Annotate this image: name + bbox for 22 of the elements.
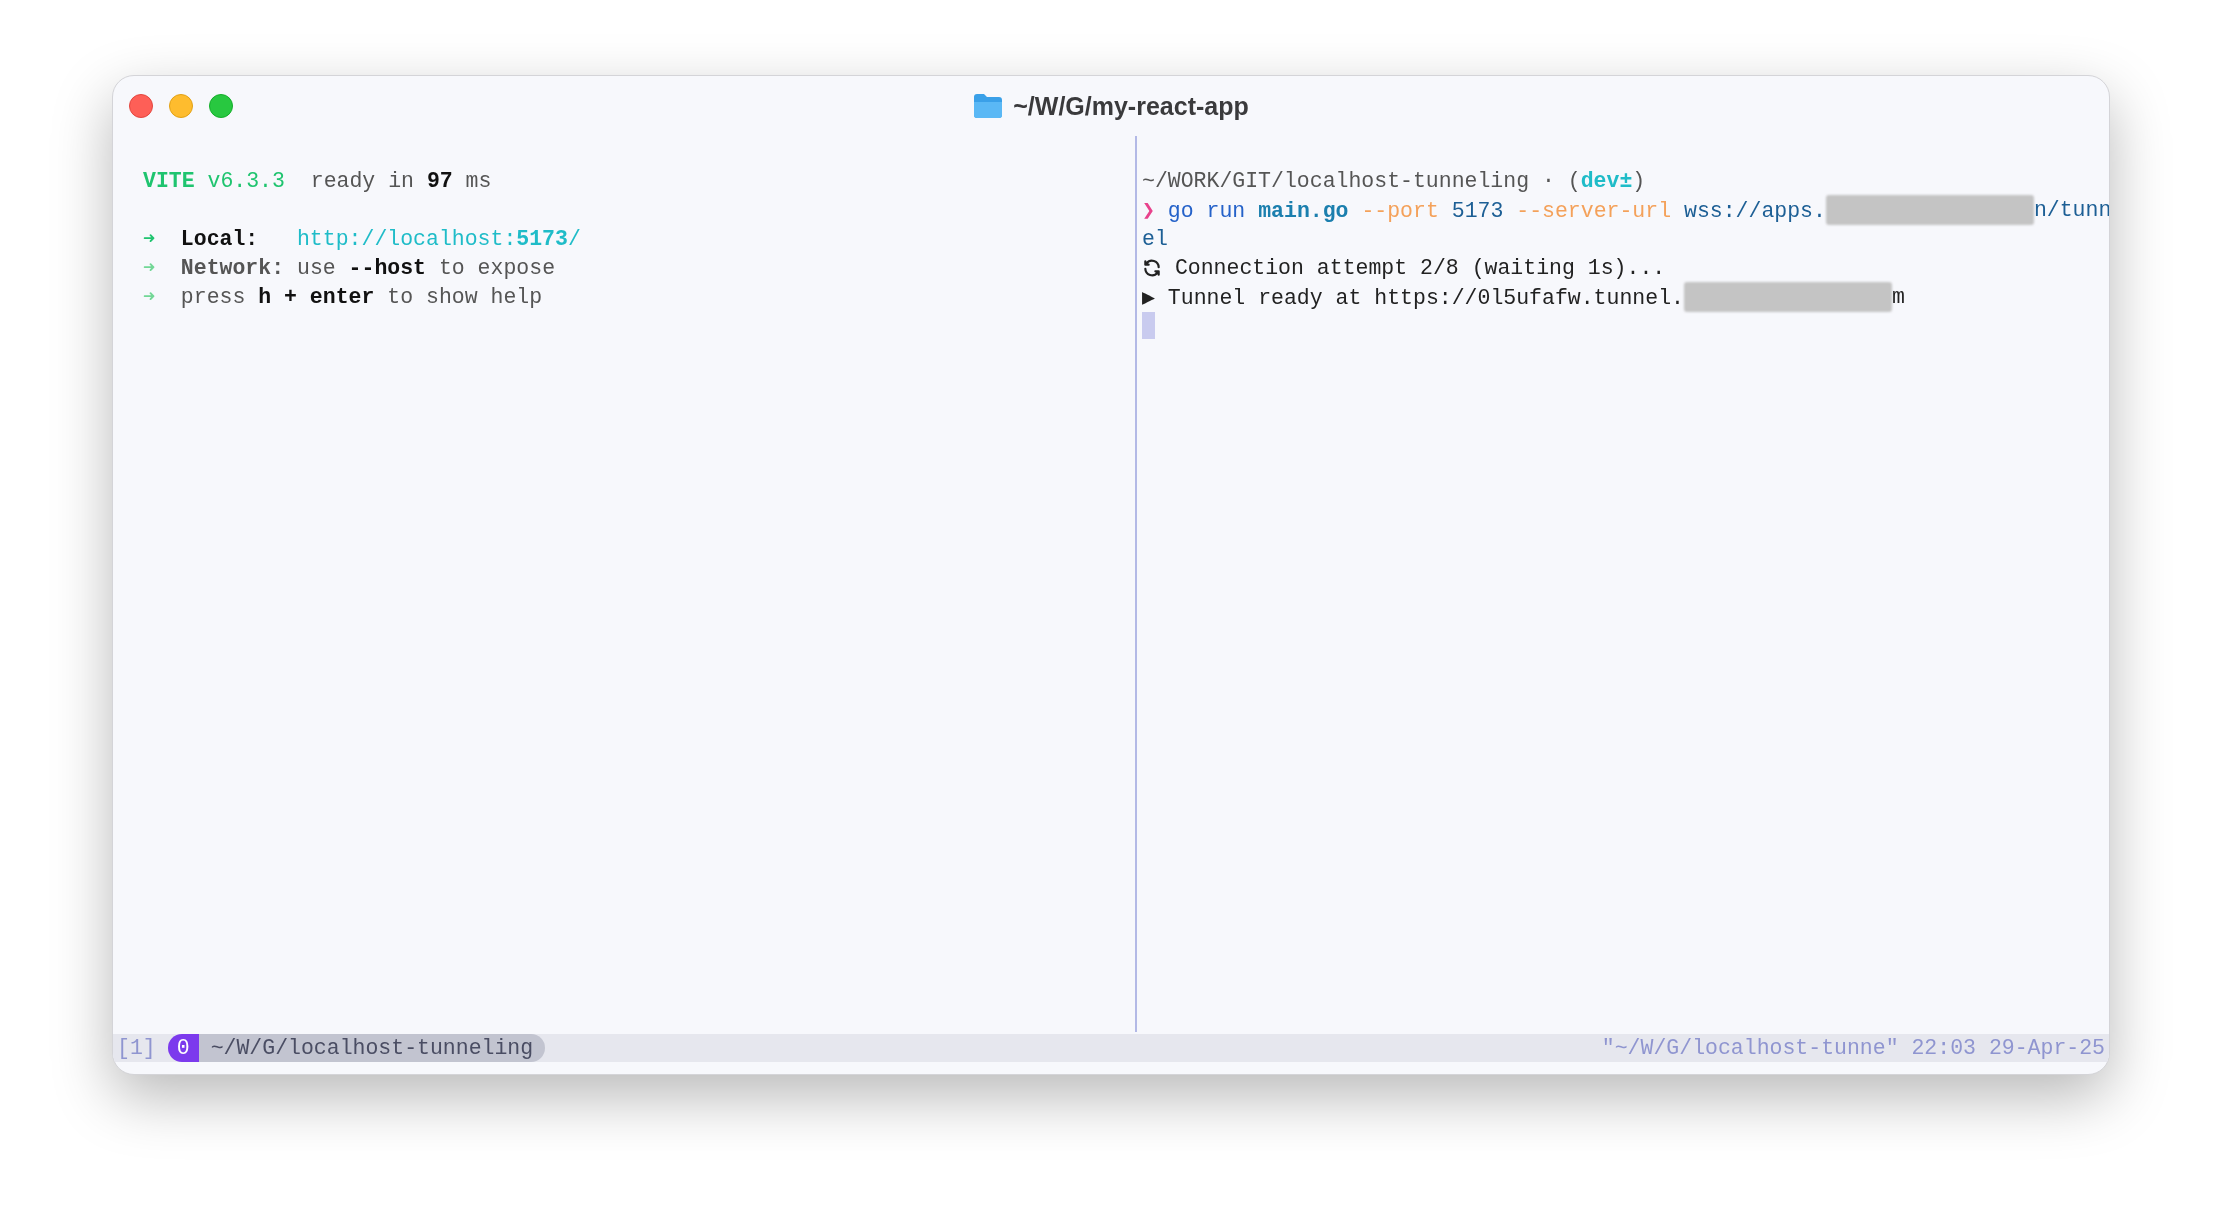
terminal-text: m	[1891, 284, 1905, 309]
terminal-text: ❯ go run main.go --port 5173 --server-url wss://apps.	[1142, 197, 1826, 223]
terminal-text: ➜ Local: http://localhost:5173/	[143, 226, 581, 251]
terminal-text: VITE v6.3.3 ready in 97 ms	[143, 168, 492, 193]
terminal-text: ➜ Network: use --host to expose	[143, 255, 556, 280]
refresh-icon	[1142, 257, 1162, 278]
status-info: "~/W/G/localhost-tunne" 22:03 29-Apr-25	[1601, 1036, 2106, 1060]
terminal-text: el	[1142, 226, 1168, 251]
session-path: ~/W/G/localhost-tunneling	[198, 1034, 546, 1062]
terminal-text: ~/WORK/GIT/localhost-tunneling · (dev±)	[1142, 168, 1646, 193]
pane-number: 0	[167, 1034, 199, 1062]
folder-icon	[973, 93, 1004, 119]
terminal-text: ▶ Tunnel ready at https://0l5ufafw.tunnel.	[1142, 284, 1684, 310]
terminal-text: Connection attempt 2/8 (waiting 1s)...	[1173, 255, 1666, 280]
terminal-text: ➜ press h + enter to show help	[143, 284, 543, 309]
zoom-button[interactable]	[209, 94, 233, 118]
minimize-button[interactable]	[169, 94, 193, 118]
window-index: [1]	[116, 1036, 157, 1060]
close-button[interactable]	[129, 94, 153, 118]
window-title: ~/W/G/my-react-app	[1013, 91, 1249, 121]
cursor	[1142, 312, 1155, 339]
terminal-text: n/tunn	[2033, 197, 2109, 222]
